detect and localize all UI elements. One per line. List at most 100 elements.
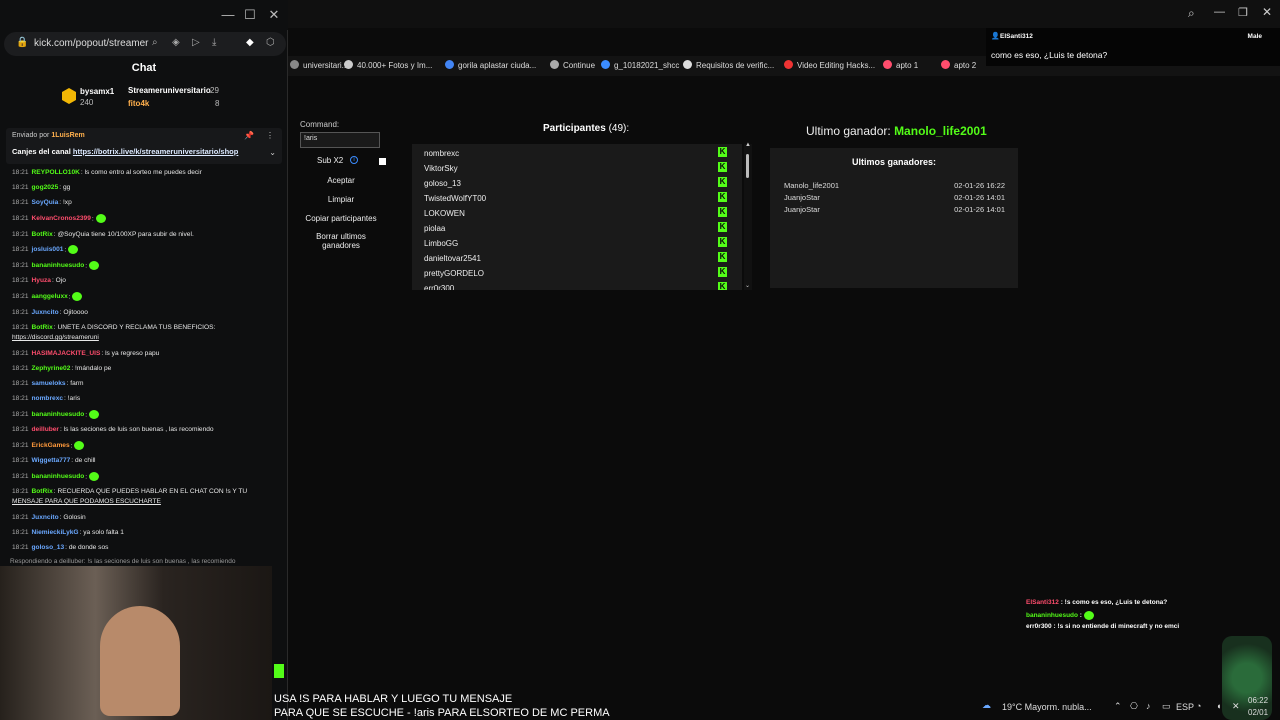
maximize-button[interactable]: ❐ <box>1238 6 1248 19</box>
shield-icon[interactable]: ◈ <box>172 37 180 48</box>
participant-row[interactable]: goloso_13 K <box>424 176 729 191</box>
message-user[interactable]: SoyQuia <box>32 199 59 206</box>
message-user[interactable]: Hyuza <box>32 277 51 284</box>
search-icon[interactable]: ⌕ <box>1188 6 1195 21</box>
chat-message: 18:21 Juxncito: Golosin <box>12 513 280 522</box>
message-user[interactable]: josluis001 <box>32 246 64 253</box>
send-icon[interactable]: ▷ <box>192 37 200 48</box>
participant-row[interactable]: LimboGG K <box>424 236 729 251</box>
scroll-down-icon[interactable]: ⌄ <box>745 282 750 289</box>
bookmark-item[interactable]: apto 2 <box>941 60 976 70</box>
message-user[interactable]: Zephyrine02 <box>32 365 71 372</box>
bookmark-item[interactable]: Continue <box>550 60 595 70</box>
message-user[interactable]: deilluber <box>32 426 59 433</box>
extension-icon[interactable]: ◆ <box>246 37 254 48</box>
speaker-icon[interactable]: ♪ <box>1146 701 1151 711</box>
close-button[interactable]: ✕ <box>1262 5 1272 19</box>
pinned-message[interactable]: Enviado por 1LuisRem 📌 ⋮ Canjes del cana… <box>6 128 282 164</box>
address-bar[interactable]: 🔒 kick.com/popout/streamer ⌕ ◈ ▷ ⤓ ◆ ⬡ <box>4 32 286 56</box>
message-user[interactable]: ErickGames <box>32 442 70 449</box>
bookmark-item[interactable]: apto 1 <box>883 60 918 70</box>
clock-time[interactable]: 06:22 <box>1248 696 1268 705</box>
info-icon[interactable]: i <box>350 156 358 164</box>
message-user[interactable]: BotRix <box>32 324 53 331</box>
bookmark-item[interactable]: 40.000+ Fotos y Im... <box>344 60 432 70</box>
participant-row[interactable]: ViktorSky K <box>424 161 729 176</box>
message-user[interactable]: HASIMAJACKITE_UIS <box>32 350 101 357</box>
bookmark-item[interactable]: g_10182021_shcc <box>601 60 679 70</box>
message-user[interactable]: Wiggetta777 <box>32 457 71 464</box>
volume-icon[interactable]: ◖ <box>1216 701 1221 711</box>
participant-row[interactable]: nombrexc K <box>424 146 729 161</box>
scroll-up-icon[interactable]: ▲ <box>745 142 751 148</box>
participants-list[interactable]: nombrexc K ViktorSky Kgoloso_13 K TwistedWolf… <box>412 144 742 290</box>
more-options-icon[interactable]: ⋮ <box>266 131 274 140</box>
message-text: Ojitoooo <box>63 309 88 316</box>
accept-button[interactable]: Aceptar <box>300 176 382 185</box>
kick-icon: K <box>718 222 727 232</box>
message-user[interactable]: bananinhuesudo <box>32 262 85 269</box>
minimize-button[interactable]: — <box>1214 6 1225 18</box>
message-time: 18:21 <box>12 514 29 521</box>
bookmark-item[interactable]: gorila aplastar ciuda... <box>445 60 536 70</box>
cube-icon[interactable]: ⬡ <box>266 37 275 48</box>
chevron-down-icon[interactable]: ⌄ <box>269 148 276 157</box>
battery-icon[interactable]: ▭ <box>1162 701 1171 712</box>
chevron-up-icon[interactable]: ⌃ <box>1114 701 1122 712</box>
scrollbar-thumb[interactable] <box>746 154 749 178</box>
message-user[interactable]: aanggeluxx <box>32 293 68 300</box>
message-user[interactable]: samueloks <box>32 380 66 387</box>
message-user[interactable]: REYPOLLO10K <box>32 169 80 176</box>
wifi-icon[interactable]: ◔ <box>1196 701 1201 711</box>
pin-icon[interactable]: 📌 <box>244 131 254 140</box>
network-icon[interactable]: ⎔ <box>1130 701 1138 712</box>
language-indicator[interactable]: ESP <box>1176 702 1194 712</box>
clear-button[interactable]: Limpiar <box>300 195 382 204</box>
chat-message: 18:21 bananinhuesudo: <box>12 472 280 481</box>
copy-participants-button[interactable]: Copiar participantes <box>298 214 384 223</box>
participant-row[interactable]: LOKOWEN K <box>424 206 729 221</box>
maximize-button[interactable]: ☐ <box>240 7 260 23</box>
message-user[interactable]: gog2025 <box>32 184 59 191</box>
clear-winners-button[interactable]: Borrar ultimos ganadores <box>300 232 382 250</box>
download-icon[interactable]: ⤓ <box>212 37 216 48</box>
bookmark-item[interactable]: Video Editing Hacks... <box>784 60 875 70</box>
message-user[interactable]: goloso_13 <box>32 544 65 551</box>
leader-value: 240 <box>80 98 94 107</box>
minimize-button[interactable]: — <box>218 7 238 23</box>
bookmark-label: apto 2 <box>954 61 977 70</box>
chat-message: 18:21 gog2025: gg <box>12 183 280 192</box>
message-user[interactable]: NiemieckiLykG <box>32 529 79 536</box>
chat-message: 18:21 REYPOLLO10K: ls como entro al sorte… <box>12 168 280 177</box>
weather-icon[interactable]: ☁ <box>982 700 991 711</box>
participant-row[interactable]: err0r300 K <box>424 281 729 290</box>
message-user[interactable]: Juxncito <box>32 309 59 316</box>
message-user[interactable]: Juxncito <box>32 514 59 521</box>
clock-date[interactable]: 02/01 <box>1248 708 1268 717</box>
pinned-link[interactable]: https://botrix.live/k/streameruniversita… <box>73 147 238 156</box>
participant-row[interactable]: danieltovar2541 K <box>424 251 729 266</box>
search-icon[interactable]: ⌕ <box>152 37 158 48</box>
participant-row[interactable]: piolaa K <box>424 221 729 236</box>
message-user[interactable]: BotRix <box>32 488 53 495</box>
message-user[interactable]: nombrexc <box>32 395 64 402</box>
weather-text[interactable]: 19°C Mayorm. nubla... <box>1002 702 1092 712</box>
close-button[interactable]: ✕ <box>264 7 284 23</box>
message-user[interactable]: bananinhuesudo <box>32 473 85 480</box>
mute-icon[interactable]: ✕ <box>1232 701 1240 712</box>
leader-value: 8 <box>215 99 220 108</box>
participant-row[interactable]: prettyGORDELO K <box>424 266 729 281</box>
winner-date: 02-01-26 14:01 <box>954 193 1005 202</box>
bookmark-item[interactable]: Requisitos de verific... <box>683 60 774 70</box>
message-user[interactable]: KelvanCronos2399 <box>32 215 91 222</box>
leaderboard: bysamx1 240 Streameruniversitario 29 fit… <box>60 82 240 112</box>
chat-message: 18:21 bananinhuesudo: <box>12 261 280 270</box>
bookmark-item[interactable]: universitari... <box>290 60 348 70</box>
subx2-checkbox[interactable] <box>379 158 386 165</box>
message-user[interactable]: BotRix <box>32 231 53 238</box>
message-user[interactable]: bananinhuesudo <box>32 411 85 418</box>
command-input[interactable]: !aris <box>300 132 380 148</box>
participant-row[interactable]: TwistedWolfYT00 K <box>424 191 729 206</box>
last-winner: Ultimo ganador: Manolo_life2001 <box>806 124 987 138</box>
browser-titlebar: ⌕ — ❐ ✕ <box>288 0 1280 28</box>
